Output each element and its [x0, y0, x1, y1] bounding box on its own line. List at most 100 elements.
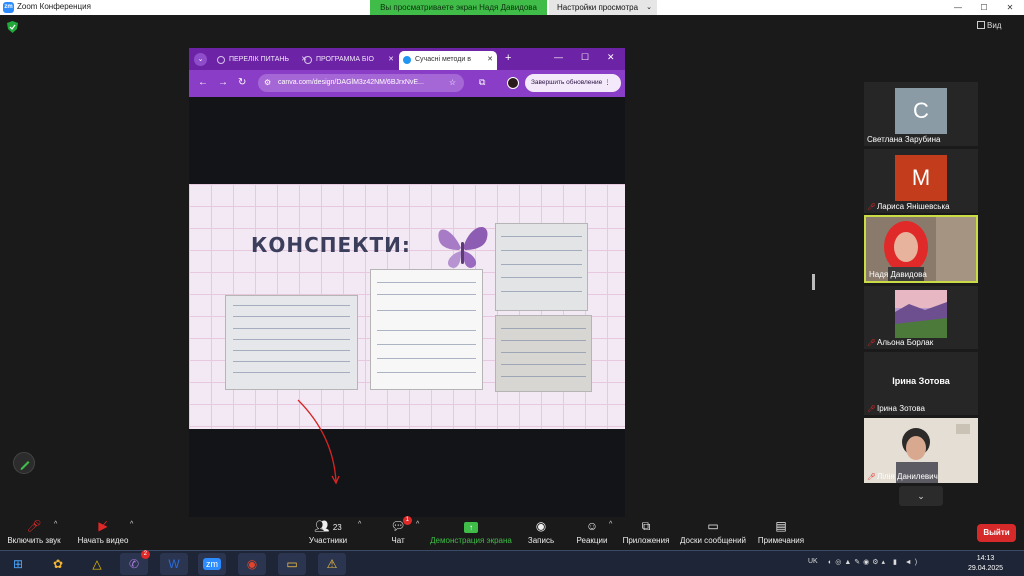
minimize-button[interactable]: — [946, 0, 970, 15]
windows-start-icon[interactable]: ⊞ [4, 553, 32, 575]
clock-time: 14:13 [976, 555, 995, 562]
browser-close-icon[interactable]: ✕ [607, 52, 615, 63]
tray-icons[interactable]: ◐◎▲✎◉⚙▴ ▮ ◄) [828, 558, 920, 566]
participant-name: Лариса Янішевська [877, 202, 950, 211]
warning-app-icon[interactable]: ⚠ [318, 553, 346, 575]
participant-tile[interactable]: Ірина Зотова 🎤︎Ірина Зотова [864, 352, 978, 415]
close-tab-icon[interactable]: ✕ [388, 51, 394, 68]
video-options-caret[interactable]: ^ [130, 521, 133, 528]
leave-button[interactable]: Выйти [977, 524, 1016, 542]
notebook-photo-1 [225, 295, 358, 390]
scroll-down-button[interactable]: ⌄ [899, 486, 943, 506]
close-tab-icon[interactable]: ✕ [487, 51, 493, 68]
pen-icon [20, 461, 30, 470]
notes-icon: ▤ [775, 519, 787, 533]
apps-icon: ⧉ [641, 519, 651, 533]
participant-name-row: 🎤︎Ірина Зотова [867, 404, 925, 413]
slide-title: КОНСПЕКТИ: [251, 233, 411, 257]
back-icon[interactable]: ← [198, 77, 208, 88]
presentation-slide: КОНСПЕКТИ: [189, 184, 625, 429]
app-icon-puzzle[interactable]: ✿ [44, 553, 72, 575]
chat-options-caret[interactable]: ^ [416, 521, 419, 528]
whiteboards-button[interactable]: ▭ Доски сообщений [677, 519, 749, 545]
reactions-button[interactable]: ☺ Реакции [573, 519, 611, 545]
participant-tile-active-speaker[interactable]: Надя Давидова [864, 215, 978, 283]
participant-tile[interactable]: М 🎤︎Лариса Янішевська [864, 149, 978, 213]
profile-avatar[interactable] [507, 77, 519, 89]
reactions-options-caret[interactable]: ^ [609, 521, 612, 528]
mic-muted-icon: 🎤︎ [867, 406, 876, 413]
app-icon-triangle[interactable]: △ [83, 553, 111, 575]
tab-strip: ⌄ ПЕРЕЛІК ПИТАНЬ ✕ ПРОГРАММА БІО ✕ Сучас… [189, 48, 625, 70]
notes-label: Примечания [757, 536, 805, 545]
chat-button[interactable]: 💬︎ 1 Чат [386, 516, 412, 545]
shield-icon[interactable] [7, 21, 18, 33]
participant-name-row: 🎤︎Лілія Данилевич [867, 472, 938, 481]
participant-name: Ірина Зотова [877, 404, 925, 413]
annotate-pen-button[interactable] [13, 452, 35, 474]
viber-badge: 2 [140, 550, 150, 559]
browser-maximize-icon[interactable]: ☐ [581, 52, 589, 63]
canva-icon [403, 56, 411, 64]
video-off-icon: ▶̸ [98, 519, 108, 533]
browser-canvas-bottom [189, 429, 625, 517]
record-label: Запись [527, 536, 555, 545]
browser-tab-1[interactable]: ПЕРЕЛІК ПИТАНЬ ✕ [213, 51, 311, 70]
viber-icon[interactable]: ✆ 2 [120, 550, 150, 575]
whiteboards-label: Доски сообщений [679, 536, 746, 545]
tab-search-icon[interactable]: ⌄ [194, 53, 207, 66]
panel-resize-handle[interactable] [812, 274, 815, 290]
browser-tab-2[interactable]: ПРОГРАММА БІО ✕ [300, 51, 398, 70]
url-field[interactable]: ⚙ canva.com/design/DAGlM3z42NM/6BJrxNvE.… [258, 74, 464, 92]
share-screen-button[interactable]: ↑ Демонстрация экрана [429, 519, 513, 545]
mic-muted-icon: 🎤︎ [867, 340, 876, 347]
bookmark-star-icon[interactable]: ☆ [449, 74, 456, 92]
new-tab-icon[interactable]: + [505, 52, 511, 64]
update-button-label: Завершить обновление [531, 79, 603, 86]
view-button[interactable]: Вид [977, 21, 1001, 30]
close-button[interactable]: ✕ [998, 0, 1022, 15]
audio-options-caret[interactable]: ^ [54, 521, 57, 528]
participant-tile[interactable]: С Светлана Зарубина [864, 82, 978, 146]
word-icon[interactable]: W [160, 553, 188, 575]
globe-icon [304, 56, 312, 64]
view-settings-dropdown[interactable]: Настройки просмотра ⌄ [549, 0, 657, 15]
unmute-label: Включить звук [7, 536, 61, 545]
browser-tab-3-active[interactable]: Сучасні методи в ✕ [399, 51, 497, 70]
chevron-down-icon: ⌄ [917, 491, 925, 501]
notebook-photo-4 [495, 315, 592, 392]
extensions-icon[interactable]: ⧉ [479, 77, 485, 88]
apps-label: Приложения [622, 536, 670, 545]
chrome-icon[interactable]: ◉ [238, 553, 266, 575]
language-indicator[interactable]: UK [808, 558, 818, 565]
notes-button[interactable]: ▤ Примечания [755, 519, 807, 545]
record-button[interactable]: ◉ Запись [523, 519, 559, 545]
browser-minimize-icon[interactable]: — [554, 52, 563, 62]
participant-name-row: 🎤︎Альона Борлак [867, 338, 933, 347]
chevron-down-icon: ⌄ [646, 4, 652, 11]
reactions-icon: ☺ [585, 519, 599, 533]
annotation-arrow [297, 399, 340, 485]
participants-button[interactable]: 👥︎ 23 Участники [305, 519, 351, 545]
zoom-taskbar-icon[interactable]: zm [198, 553, 226, 575]
reload-icon[interactable]: ↻ [238, 77, 246, 88]
file-explorer-icon[interactable]: ▭ [278, 553, 306, 575]
participants-options-caret[interactable]: ^ [358, 521, 361, 528]
participant-tile[interactable]: 🎤︎Лілія Данилевич [864, 418, 978, 483]
share-screen-label: Демонстрация экрана [430, 536, 512, 545]
zoom-logo-icon: zm [3, 2, 14, 13]
participant-name: Надя Давидова [869, 270, 927, 279]
maximize-button[interactable]: ☐ [972, 0, 996, 15]
participant-tile[interactable]: 🎤︎Альона Борлак [864, 286, 978, 349]
tab-label: ПРОГРАММА БІО [316, 56, 374, 63]
url-text: canva.com/design/DAGlM3z42NM/6BJrxNvE... [278, 79, 424, 86]
clock[interactable]: 14:13 29.04.2025 [968, 554, 1003, 574]
update-button[interactable]: Завершить обновление ⋮ [525, 74, 621, 92]
start-video-button[interactable]: ▶̸ Начать видео [75, 519, 131, 545]
site-info-icon[interactable]: ⚙ [264, 74, 271, 92]
tab-label: Сучасні методи в [415, 56, 471, 63]
apps-button[interactable]: ⧉ Приложения [620, 519, 672, 545]
forward-icon[interactable]: → [218, 77, 228, 88]
chat-label: Чат [391, 536, 405, 545]
chat-badge: 1 [402, 516, 412, 525]
